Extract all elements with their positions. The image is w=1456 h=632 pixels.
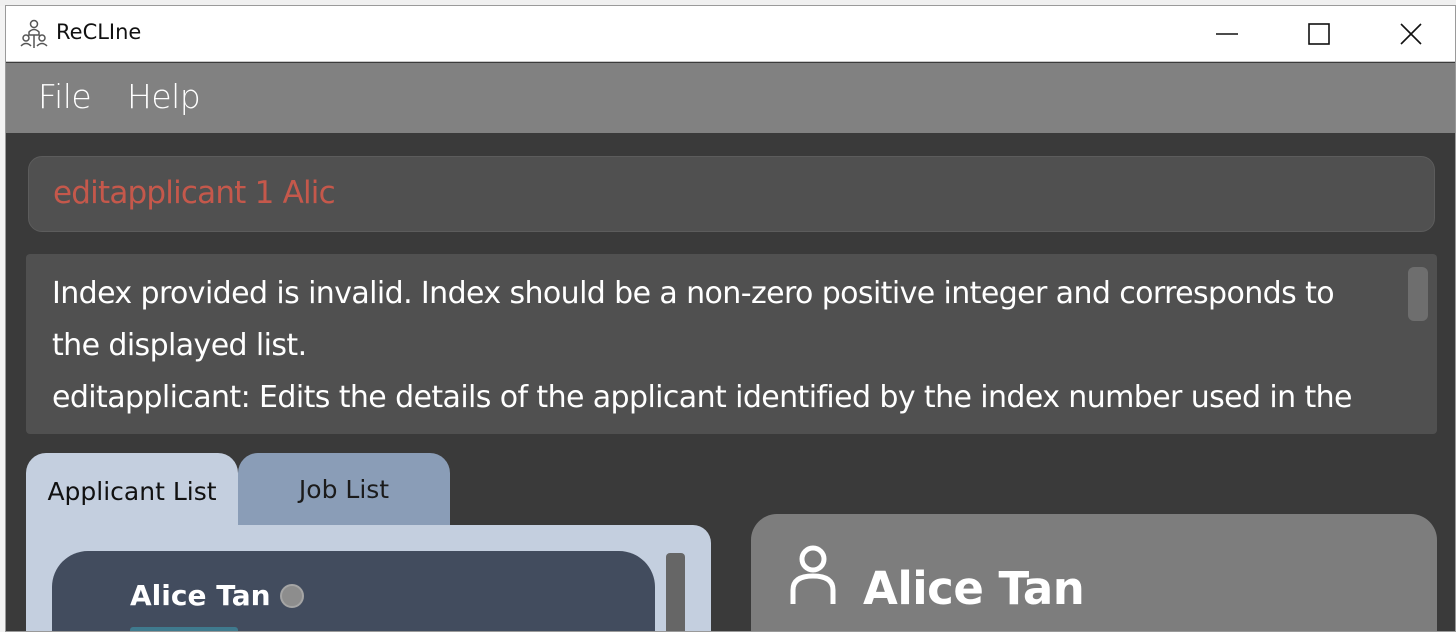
tab-applicant-list-label: Applicant List: [47, 476, 217, 506]
result-scrollbar[interactable]: [1408, 267, 1428, 321]
applicant-list-panel: Alice Tan: [26, 525, 711, 631]
menu-file[interactable]: File: [38, 77, 92, 116]
maximize-icon: [1308, 23, 1330, 45]
window-title: ReCLIne: [56, 20, 142, 44]
result-line: editapplicant: Edits the details of the …: [52, 380, 1353, 415]
app-logo-icon: [18, 18, 50, 50]
title-bar[interactable]: ReCLIne: [6, 6, 1455, 62]
list-scrollbar[interactable]: [666, 553, 685, 631]
detail-applicant-name: Alice Tan: [863, 562, 1085, 615]
result-display: Index provided is invalid. Index should …: [26, 254, 1437, 434]
result-text: Index provided is invalid. Index should …: [52, 268, 1382, 424]
person-icon: [789, 544, 837, 606]
menu-bar: File Help: [6, 63, 1455, 133]
command-input[interactable]: editapplicant 1 Alic: [53, 175, 336, 211]
list-item[interactable]: Alice Tan: [52, 551, 655, 631]
result-line: Index provided is invalid. Index should …: [52, 276, 1335, 311]
menu-help[interactable]: Help: [127, 77, 201, 116]
applicant-detail-panel: Alice Tan: [751, 514, 1437, 631]
close-icon: [1400, 23, 1422, 45]
command-box[interactable]: editapplicant 1 Alic: [28, 156, 1435, 232]
minimize-icon: [1216, 33, 1238, 35]
applicant-name: Alice Tan: [130, 579, 271, 612]
tag-badge: [130, 627, 238, 631]
tab-job-list-label: Job List: [298, 474, 390, 504]
tab-applicant-list[interactable]: Applicant List: [26, 453, 238, 529]
close-button[interactable]: [1365, 6, 1455, 62]
tab-job-list[interactable]: Job List: [238, 453, 450, 525]
minimize-button[interactable]: [1181, 6, 1273, 62]
main-content: editapplicant 1 Alic Index provided is i…: [6, 133, 1455, 631]
app-window: ReCLIne File Help editapplicant 1 Alic I…: [5, 5, 1456, 632]
status-indicator: [280, 584, 304, 608]
result-line: the displayed list.: [52, 328, 307, 363]
maximize-button[interactable]: [1273, 6, 1365, 62]
